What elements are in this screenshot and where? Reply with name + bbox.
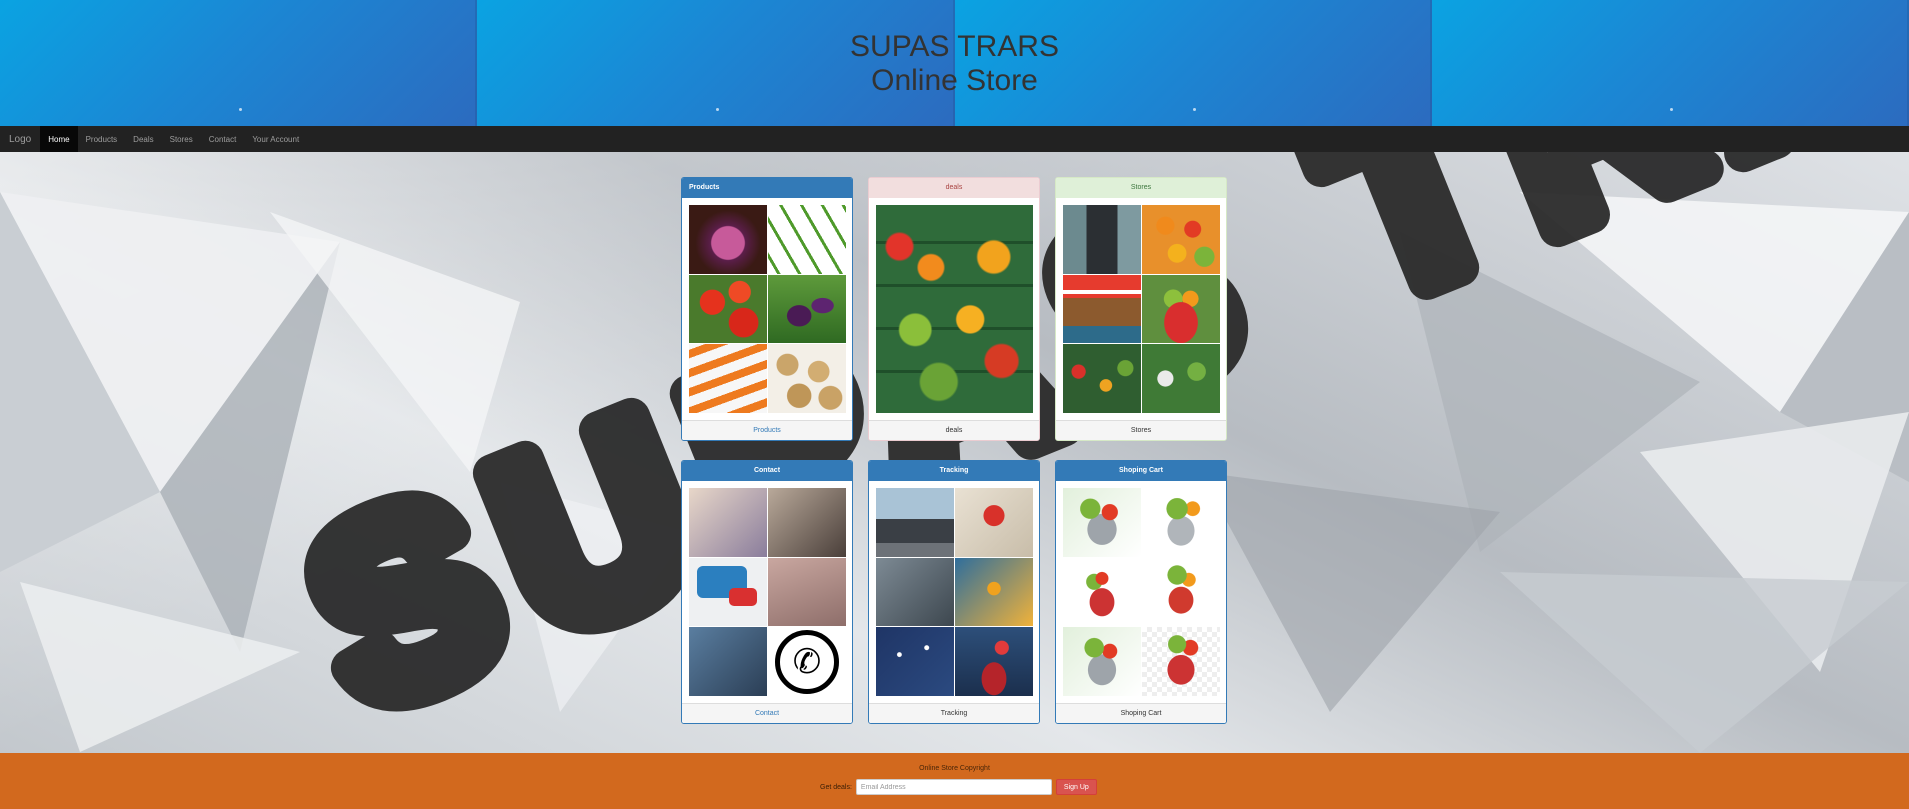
shopping-basket-image bbox=[1142, 274, 1220, 344]
carrots-image bbox=[689, 344, 767, 413]
panel-heading-tracking: Tracking bbox=[869, 461, 1039, 481]
tomatoes-image bbox=[689, 274, 767, 344]
us-bubble-icon bbox=[729, 587, 757, 606]
panel-footer-cart[interactable]: Shoping Cart bbox=[1056, 703, 1226, 723]
truck-image bbox=[876, 488, 954, 557]
envelope-image bbox=[768, 557, 846, 627]
newsletter-form: Get deals: Sign Up bbox=[820, 779, 1097, 795]
panel-footer-deals[interactable]: deals bbox=[869, 420, 1039, 440]
copyright-text: Online Store Copyright bbox=[919, 765, 990, 772]
email-input[interactable] bbox=[855, 779, 1052, 795]
nav-item-products[interactable]: Products bbox=[78, 126, 126, 152]
panel-heading-stores: Stores bbox=[1056, 178, 1226, 198]
panel-heading-deals: deals bbox=[869, 178, 1039, 198]
map-pin-image bbox=[955, 488, 1033, 557]
contact-image-collage: ✆ bbox=[689, 488, 846, 696]
nav-item-deals[interactable]: Deals bbox=[125, 126, 161, 152]
site-title-line2: Online Store bbox=[871, 64, 1038, 97]
nav-item-home[interactable]: Home bbox=[40, 126, 78, 152]
panel-heading-contact: Contact bbox=[682, 461, 852, 481]
subscribe-label: Get deals: bbox=[820, 783, 852, 791]
panel-tracking[interactable]: Tracking Tracking bbox=[868, 460, 1040, 724]
panel-footer-contact[interactable]: Contact bbox=[682, 703, 852, 723]
panel-heading-products: Products bbox=[682, 178, 852, 198]
panel-deals[interactable]: deals deals bbox=[868, 177, 1040, 441]
night-map-image bbox=[876, 627, 954, 696]
cart-5-image bbox=[1063, 627, 1141, 696]
greens-stand-image bbox=[1142, 344, 1220, 413]
potatoes-image bbox=[768, 344, 846, 413]
cart-1-image bbox=[1063, 488, 1141, 557]
deals-image-collage bbox=[876, 205, 1033, 413]
panel-footer-products[interactable]: Products bbox=[682, 420, 852, 440]
contact-us-sign-image bbox=[689, 557, 767, 627]
tracking-image-collage bbox=[876, 488, 1033, 696]
products-image-collage bbox=[689, 205, 846, 413]
stores-image-collage bbox=[1063, 205, 1220, 413]
main-content: SUPAS TRARES Products Products deals dea… bbox=[0, 152, 1909, 753]
cart-3-image bbox=[1063, 557, 1141, 627]
eggplant-image bbox=[768, 274, 846, 344]
navbar-logo[interactable]: Logo bbox=[0, 126, 40, 152]
cart-image-collage bbox=[1063, 488, 1220, 696]
vegetable-stand-image bbox=[1063, 344, 1141, 413]
panel-shopping-cart[interactable]: Shoping Cart Shoping Cart bbox=[1055, 460, 1227, 724]
onion-image bbox=[689, 205, 767, 274]
panel-products[interactable]: Products Products bbox=[681, 177, 853, 441]
panel-footer-stores[interactable]: Stores bbox=[1056, 420, 1226, 440]
calculator-image bbox=[768, 488, 846, 557]
sign-up-button[interactable]: Sign Up bbox=[1055, 779, 1097, 795]
chat-phone-image bbox=[689, 488, 767, 557]
phone-handset-icon: ✆ bbox=[768, 627, 846, 696]
phone-grocery-image bbox=[1063, 205, 1141, 274]
nav-item-contact[interactable]: Contact bbox=[201, 126, 245, 152]
panel-footer-tracking[interactable]: Tracking bbox=[869, 703, 1039, 723]
phone-map-image bbox=[955, 557, 1033, 627]
cart-4-image bbox=[1142, 557, 1220, 627]
green-beans-image bbox=[768, 205, 846, 274]
market-stall-image bbox=[1063, 274, 1141, 344]
nav-item-stores[interactable]: Stores bbox=[162, 126, 201, 152]
page-footer: Online Store Copyright Get deals: Sign U… bbox=[0, 753, 1909, 809]
hands-phone-image bbox=[689, 627, 767, 696]
site-title: SUPAS TRARS Online Store bbox=[0, 30, 1909, 98]
driver-gps-image bbox=[876, 557, 954, 627]
panel-heading-cart: Shoping Cart bbox=[1056, 461, 1226, 481]
cart-6-image bbox=[1142, 627, 1220, 696]
panel-stores[interactable]: Stores Stores bbox=[1055, 177, 1227, 441]
panel-contact[interactable]: Contact ✆ Contact bbox=[681, 460, 853, 724]
produce-market-image bbox=[876, 205, 1033, 413]
site-title-line1: SUPAS TRARS bbox=[850, 30, 1059, 63]
main-navbar: Logo Home Products Deals Stores Contact … bbox=[0, 126, 1909, 152]
nav-item-your-account[interactable]: Your Account bbox=[244, 126, 307, 152]
fruit-pile-image bbox=[1142, 205, 1220, 274]
cart-2-image bbox=[1142, 488, 1220, 557]
car-location-image bbox=[955, 627, 1033, 696]
